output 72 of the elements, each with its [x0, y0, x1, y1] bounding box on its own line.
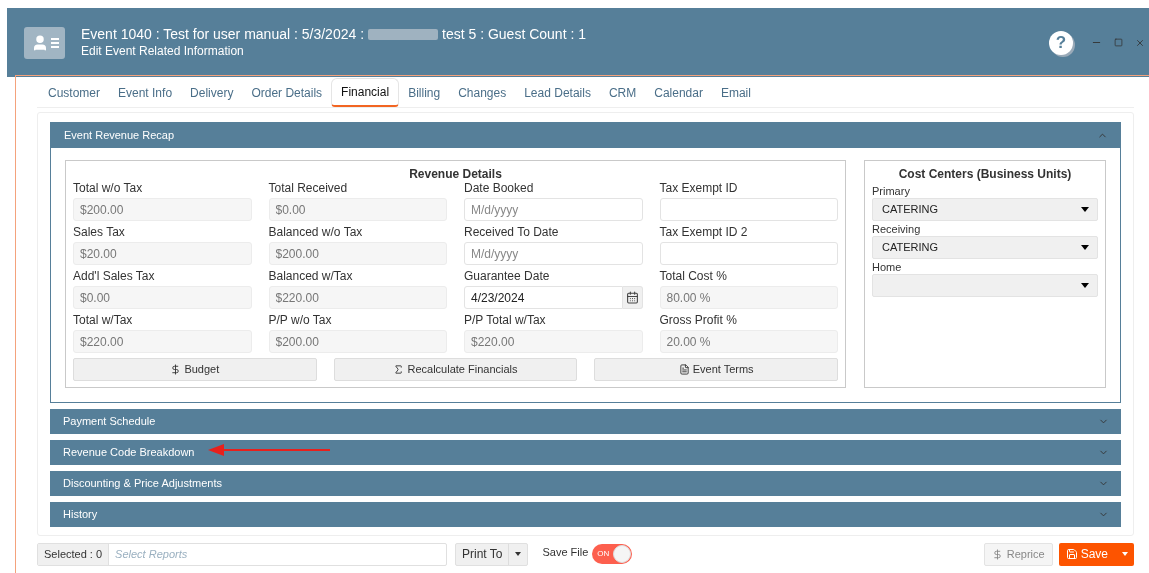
tab[interactable]: Delivery	[181, 78, 243, 107]
dropdown[interactable]: CATERING	[872, 236, 1098, 259]
field-label: Balanced w/Tax	[268, 269, 354, 284]
field-label: Total Received	[268, 181, 349, 196]
tab[interactable]: Financial	[331, 78, 400, 107]
tab[interactable]: Event Info	[109, 78, 182, 107]
field-label: Total w/o Tax	[73, 181, 144, 196]
save-file-toggle[interactable]: ON	[592, 544, 633, 564]
select-label: Receiving	[872, 222, 922, 236]
field-label: P/P w/o Tax	[268, 313, 333, 328]
field-label: Sales Tax	[73, 225, 126, 240]
contact-card-icon	[24, 26, 65, 59]
action-button[interactable]: Recalculate Financials	[333, 358, 578, 381]
tab[interactable]: Changes	[449, 78, 516, 107]
field-label: Add'l Sales Tax	[73, 269, 156, 284]
dropdown-caret-icon	[1122, 552, 1128, 556]
tab[interactable]: CRM	[599, 78, 646, 107]
input-field[interactable]: 4/23/2024	[464, 286, 623, 309]
tab[interactable]: Billing	[399, 78, 450, 107]
action-button[interactable]: Event Terms	[594, 358, 838, 381]
tab[interactable]: Customer	[39, 78, 109, 107]
field-label: Received To Date	[464, 225, 560, 240]
tab[interactable]: Calendar	[645, 78, 712, 107]
save-file-label: Save File	[542, 544, 589, 560]
dollar-icon	[991, 548, 1003, 560]
field-label: Balanced w/o Tax	[268, 225, 364, 240]
selected-count: Selected : 0	[38, 543, 110, 565]
card-title: Revenue Details	[408, 166, 503, 183]
close-icon[interactable]	[1135, 37, 1145, 48]
section-header[interactable]: Payment Schedule	[50, 409, 1121, 434]
dollar-icon	[170, 364, 182, 375]
tab[interactable]: Email	[711, 78, 760, 107]
calendar-icon	[625, 291, 639, 304]
help-button[interactable]: ?	[1049, 30, 1073, 55]
select-label: Primary	[872, 184, 911, 198]
field-label: Gross Profit %	[659, 313, 738, 328]
document-icon	[678, 364, 690, 375]
redacted-block	[368, 29, 439, 40]
field-label: Guarantee Date	[464, 269, 551, 284]
section-header[interactable]: History	[50, 502, 1121, 527]
window-subtitle: Edit Event Related Information	[81, 43, 245, 59]
input-field[interactable]: M/d/yyyy	[464, 198, 643, 221]
field-label: Tax Exempt ID	[659, 181, 739, 196]
sigma-icon	[393, 364, 405, 375]
tab[interactable]: Order Details	[242, 78, 332, 107]
input-field[interactable]	[659, 242, 838, 265]
window-title: Event 1040 : Test for user manual : 5/3/2024 :	[81, 26, 365, 43]
reports-placeholder: Select Reports	[115, 546, 188, 562]
report-select-field[interactable]: Selected : 0 Select Reports	[37, 542, 447, 566]
section-header[interactable]: Event Revenue Recap	[51, 123, 1120, 148]
input-field[interactable]: M/d/yyyy	[464, 242, 643, 265]
maximize-icon[interactable]	[1114, 38, 1123, 47]
field-label: P/P Total w/Tax	[464, 313, 547, 328]
dropdown-caret-icon	[1081, 283, 1089, 288]
action-button[interactable]: Budget	[73, 358, 317, 381]
tab[interactable]: Lead Details	[515, 78, 600, 107]
section-header[interactable]: Discounting & Price Adjustments	[50, 471, 1121, 496]
dropdown[interactable]: CATERING	[872, 198, 1098, 221]
card-title: Cost Centers (Business Units)	[897, 166, 1073, 183]
dropdown-caret-icon	[1081, 245, 1089, 250]
input-field[interactable]	[659, 198, 838, 221]
reprice-button[interactable]: Reprice	[983, 542, 1053, 566]
field-label: Total w/Tax	[73, 313, 134, 328]
field-label: Date Booked	[464, 181, 535, 196]
dropdown-caret-icon	[1081, 207, 1089, 212]
section-header[interactable]: Revenue Code Breakdown	[50, 440, 1121, 465]
window-title: test 5 : Guest Count : 1	[442, 26, 586, 43]
select-label: Home	[872, 260, 903, 274]
field-label: Tax Exempt ID 2	[659, 225, 749, 240]
dropdown-caret-icon	[515, 552, 522, 556]
save-icon	[1065, 548, 1078, 560]
field-label: Total Cost %	[659, 269, 728, 284]
